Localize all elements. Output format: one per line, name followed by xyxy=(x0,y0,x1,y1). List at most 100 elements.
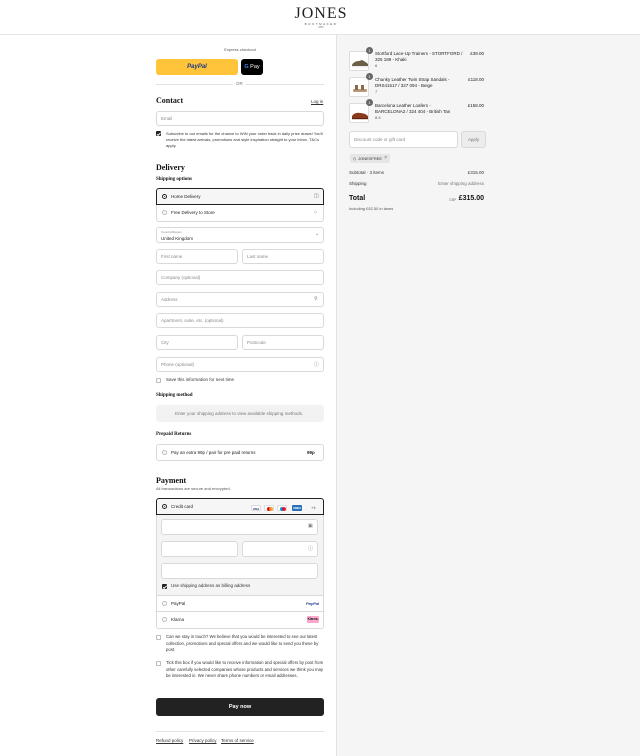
klarna-radio[interactable] xyxy=(162,617,167,622)
last-name-field[interactable]: Last name xyxy=(242,249,324,264)
first-name-field[interactable]: First name xyxy=(156,249,238,264)
email-field[interactable]: Email xyxy=(156,111,324,126)
country-label: Country/Region xyxy=(161,230,182,234)
help-icon[interactable]: ⓘ xyxy=(314,361,319,368)
shipping-value: Enter shipping address xyxy=(437,181,484,186)
item-price: £39.00 xyxy=(470,51,484,56)
security-code-field[interactable]: ⓘ xyxy=(242,541,318,557)
shipping-label: Shipping xyxy=(349,181,367,186)
google-g-icon: G xyxy=(244,64,249,70)
klarna-logo-icon: Klarna. xyxy=(307,616,319,623)
city-placeholder: City xyxy=(161,340,169,345)
stay-in-touch-text: Can we stay in touch? We believe that yo… xyxy=(166,634,319,652)
tag-icon: ◇ xyxy=(353,156,357,161)
express-checkout-label: Express checkout xyxy=(224,47,256,52)
product-image-sandals xyxy=(349,77,369,97)
refund-policy-link[interactable]: Refund policy xyxy=(156,738,183,743)
postcode-field[interactable]: Postcode xyxy=(242,335,324,350)
apartment-field[interactable]: Apartment, suite, etc. (optional) xyxy=(156,313,324,328)
paypal-express-button[interactable]: PayPal xyxy=(156,59,238,75)
subtotal-label: Subtotal · 3 items xyxy=(349,170,385,175)
shipping-method-title: Shipping method xyxy=(156,393,193,398)
chevron-down-icon: ⌄ xyxy=(315,231,320,237)
maestro-icon xyxy=(277,505,287,511)
lock-icon: ▣ xyxy=(308,523,313,529)
subtotal-value: £315.00 xyxy=(467,170,484,175)
discount-code: JONESFREE xyxy=(358,156,383,161)
option-store-delivery[interactable]: Free Delivery to Store ⌂ xyxy=(156,205,324,222)
apartment-placeholder: Apartment, suite, etc. (optional) xyxy=(161,318,224,323)
total-label: Total xyxy=(349,195,366,202)
brand-year: 1857 xyxy=(318,26,324,29)
or-label: OR xyxy=(233,81,246,86)
save-info-checkbox[interactable] xyxy=(156,378,161,383)
country-select[interactable]: Country/Region United Kingdom ⌄ xyxy=(156,227,324,243)
item-price: £158.00 xyxy=(467,103,484,108)
apply-button[interactable]: Apply xyxy=(461,131,486,148)
card-number-field[interactable]: ▣ xyxy=(161,519,318,535)
prepaid-returns-radio[interactable] xyxy=(162,450,167,455)
discount-placeholder: Discount code or gift card xyxy=(354,137,406,142)
item-name: Stortford Lace-Up Trainers - STORTFORD /… xyxy=(375,51,463,62)
company-field[interactable]: Company (optional) xyxy=(156,270,324,285)
credit-card-radio[interactable] xyxy=(162,504,167,509)
tax-note: Including £52.50 in taxes xyxy=(349,206,394,211)
payment-subtitle: All transactions are secure and encrypte… xyxy=(156,486,231,491)
city-field[interactable]: City xyxy=(156,335,238,350)
subscribe-checkbox[interactable] xyxy=(156,131,161,136)
prepaid-returns-option[interactable]: Pay an extra 99p / pair for pre paid ret… xyxy=(156,444,324,461)
visa-icon: VISA xyxy=(251,505,261,511)
address-placeholder: Address xyxy=(161,297,178,302)
discount-input[interactable]: Discount code or gift card xyxy=(349,131,458,148)
item-size: 8.5 xyxy=(375,115,381,120)
site-header: JONES BOOTMAKER 1857 xyxy=(0,0,640,35)
address-field[interactable]: Address ⚲ xyxy=(156,292,324,307)
payment-title: Payment xyxy=(156,476,187,485)
email-placeholder: Email xyxy=(161,116,173,121)
expiry-field[interactable] xyxy=(161,541,238,557)
phone-placeholder: Phone (optional) xyxy=(161,362,195,367)
save-info-label: Save this information for next time xyxy=(166,377,235,382)
shipping-options-title: Shipping options xyxy=(156,177,192,182)
item-name: Barcelona Leather Loafers - BARCELONA2 /… xyxy=(375,103,451,114)
option-home-delivery[interactable]: Home Delivery ◫ xyxy=(156,188,324,205)
option-credit-card[interactable]: Credit card VISA AMEX +4 xyxy=(156,498,324,515)
prepaid-returns-label: Pay an extra 99p / pair for pre paid ret… xyxy=(171,450,256,455)
contact-title: Contact xyxy=(156,96,184,105)
third-party-checkbox[interactable] xyxy=(156,661,161,666)
company-placeholder: Company (optional) xyxy=(161,275,201,280)
billing-same-checkbox[interactable] xyxy=(162,584,167,589)
option-klarna[interactable]: Klarna Klarna. xyxy=(156,612,324,629)
pay-now-button[interactable]: Pay now xyxy=(156,698,324,716)
brand-logo[interactable]: JONES BOOTMAKER 1857 xyxy=(294,6,348,30)
paypal-radio[interactable] xyxy=(162,601,167,606)
option-paypal[interactable]: PayPal PayPal xyxy=(156,595,324,612)
subscribe-text: Subscribe to our emails for the chance t… xyxy=(166,131,324,148)
login-link[interactable]: Log in xyxy=(311,99,323,104)
item-qty-badge: 1 xyxy=(366,73,373,80)
more-cards-label: +4 xyxy=(311,505,316,510)
prepaid-returns-price: 99p xyxy=(307,450,315,455)
shipping-method-placeholder: Enter your shipping address to view avai… xyxy=(156,405,324,422)
remove-code-icon[interactable]: × xyxy=(384,154,387,163)
item-size: 6 xyxy=(375,63,378,68)
third-party-text: Tick this box if you would like to recei… xyxy=(166,660,324,678)
item-qty-badge: 1 xyxy=(366,99,373,106)
last-name-placeholder: Last name xyxy=(247,254,269,259)
store-delivery-radio[interactable] xyxy=(162,210,167,215)
store-icon: ⌂ xyxy=(314,209,318,215)
product-image-loafers xyxy=(349,103,369,123)
shipping-method-message: Enter your shipping address to view avai… xyxy=(175,411,304,416)
privacy-policy-link[interactable]: Privacy policy xyxy=(189,738,217,743)
home-delivery-label: Home Delivery xyxy=(171,194,201,199)
mastercard-icon xyxy=(264,505,274,511)
stay-in-touch-checkbox[interactable] xyxy=(156,635,161,640)
name-on-card-field[interactable] xyxy=(161,563,318,579)
country-value: United Kingdom xyxy=(161,236,194,241)
paypal-logo-icon: PayPal xyxy=(306,601,320,606)
gpay-button[interactable]: G Pay xyxy=(241,59,263,75)
terms-of-service-link[interactable]: Terms of service xyxy=(221,738,254,743)
help-icon[interactable]: ⓘ xyxy=(308,545,313,552)
phone-field[interactable]: Phone (optional) ⓘ xyxy=(156,357,324,372)
home-delivery-radio[interactable] xyxy=(162,194,167,199)
